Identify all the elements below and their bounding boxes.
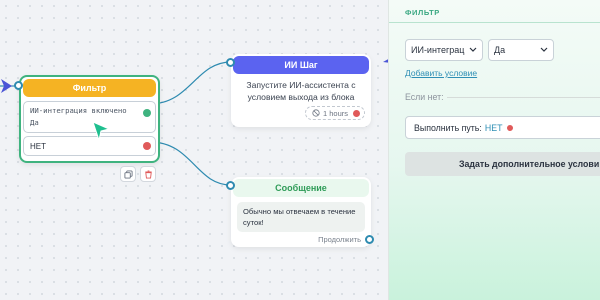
message-input-port[interactable] (226, 181, 235, 190)
flow-canvas[interactable]: Фильтр ИИ-интеграция включено Да НЕТ ИИ … (0, 0, 388, 300)
filter-else-row[interactable]: НЕТ (23, 136, 156, 156)
message-node[interactable]: Сообщение Обычно мы отвечаем в течение с… (231, 177, 371, 247)
blue-cursor-icon (1, 79, 12, 93)
ai-step-node[interactable]: ИИ Шаг Запустите ИИ-ассистента с условие… (231, 54, 371, 127)
condition-line-2: Да (30, 118, 39, 127)
timer-badge[interactable]: 1 hours (304, 106, 365, 120)
field-select[interactable]: ИИ-интеграц (405, 39, 483, 61)
ai-node-text: Запустите ИИ-ассистента с условием выход… (246, 80, 356, 102)
ai-input-port[interactable] (226, 58, 235, 67)
path-status-dot (507, 124, 514, 131)
no-entry-icon (312, 109, 320, 117)
else-divider (447, 97, 600, 98)
trash-icon (144, 169, 152, 179)
filter-node[interactable]: Фильтр ИИ-интеграция включено Да НЕТ (19, 75, 160, 163)
message-output-port[interactable] (365, 235, 374, 244)
chevron-down-icon (469, 47, 477, 52)
panel-divider (389, 22, 600, 23)
else-no-port[interactable] (143, 142, 151, 150)
condition-line-1: ИИ-интеграция включено (30, 106, 127, 115)
path-prefix: Выполнить путь: (414, 122, 482, 133)
message-node-title: Сообщение (233, 179, 369, 197)
timer-label: 1 hours (322, 108, 348, 118)
edge-filter-yes-to-ai (149, 61, 232, 105)
value-select-value: Да (494, 45, 506, 55)
execute-path-select[interactable]: Выполнить путь: НЕТ (405, 116, 600, 139)
condition-yes-port[interactable] (143, 109, 151, 117)
field-select-value: ИИ-интеграц (411, 45, 465, 55)
path-value: НЕТ (484, 122, 503, 133)
add-condition-link[interactable]: Добавить условие (405, 68, 477, 78)
filter-input-port[interactable] (14, 81, 23, 90)
else-label: Если нет: (405, 92, 444, 102)
delete-node-button[interactable] (140, 166, 156, 182)
filter-condition[interactable]: ИИ-интеграция включено Да (23, 101, 156, 133)
ai-node-title: ИИ Шаг (233, 56, 369, 74)
chevron-down-icon (540, 47, 548, 52)
filter-node-title: Фильтр (23, 79, 156, 97)
message-text: Обычно мы отвечаем в течение суток! (237, 202, 365, 232)
timer-output-port[interactable] (353, 110, 360, 117)
add-extra-condition-button[interactable]: Задать дополнительное услови (405, 152, 600, 176)
filter-else-label: НЕТ (30, 141, 46, 151)
panel-title: ФИЛЬТР (405, 8, 440, 17)
edge-filter-no-to-message (149, 141, 232, 186)
teal-cursor-icon (92, 121, 111, 142)
copy-icon (123, 169, 133, 179)
value-select[interactable]: Да (488, 39, 554, 61)
filter-settings-panel: ФИЛЬТР ИИ-интеграц Да Добавить условие Е… (388, 0, 600, 300)
continue-label: Продолжить (318, 235, 361, 244)
copy-node-button[interactable] (120, 166, 136, 182)
